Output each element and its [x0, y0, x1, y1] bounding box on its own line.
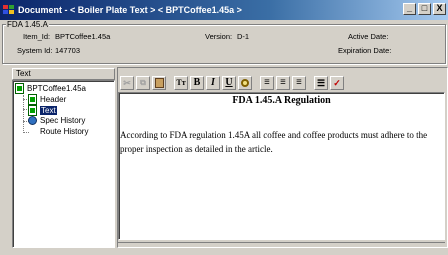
- find-button[interactable]: [238, 76, 252, 90]
- tree-item-spec-history[interactable]: Spec History: [28, 116, 85, 125]
- history-icon: [28, 116, 37, 125]
- formatting-toolbar: ✂ ⧉ Tт B I U ≡ ≡ ≡ ☰ ✓: [120, 74, 346, 92]
- item-id-label: Item_Id:: [23, 32, 51, 41]
- editor-status-bar: [118, 242, 445, 247]
- underline-icon: U: [225, 77, 233, 88]
- bullet-list-icon: ☰: [316, 78, 326, 88]
- spell-check-button[interactable]: ✓: [330, 76, 344, 90]
- clipboard-icon: [154, 78, 164, 88]
- maximize-button[interactable]: □: [418, 3, 431, 15]
- item-id-value: BPTCoffee1.45a: [55, 32, 111, 41]
- tree-item-text[interactable]: Text: [28, 105, 57, 116]
- group-label: FDA 1.45.A: [6, 20, 49, 29]
- document-title: FDA 1.45.A Regulation: [232, 95, 331, 106]
- copy-button[interactable]: ⧉: [136, 76, 150, 90]
- maximize-icon: □: [421, 3, 428, 13]
- paste-button[interactable]: [152, 76, 166, 90]
- window-title: Document - < Boiler Plate Text > < BPTCo…: [18, 5, 242, 15]
- minimize-icon: _: [406, 3, 412, 13]
- italic-icon: I: [211, 77, 215, 88]
- align-right-button[interactable]: ≡: [292, 76, 306, 90]
- document-info-group: FDA 1.45.A Item_Id: BPTCoffee1.45a Syste…: [2, 20, 446, 64]
- tree-item-label: Spec History: [40, 116, 86, 125]
- scissors-icon: ✂: [123, 78, 131, 88]
- tree-item-label: BPTCoffee1.45a: [27, 84, 87, 93]
- active-date-label: Active Date:: [348, 32, 389, 41]
- tree-item-label: Route History: [40, 127, 89, 136]
- expiration-date-label: Expiration Date:: [338, 46, 392, 55]
- tree-item-root[interactable]: BPTCoffee1.45a: [15, 83, 86, 94]
- cut-button[interactable]: ✂: [120, 76, 134, 90]
- underline-button[interactable]: U: [222, 76, 236, 90]
- bullets-button[interactable]: ☰: [314, 76, 328, 90]
- align-left-icon: ≡: [264, 77, 270, 88]
- system-id-label: System Id:: [17, 46, 53, 55]
- tree-item-label: Text: [40, 106, 57, 115]
- search-icon: [241, 79, 249, 87]
- document-icon: [28, 94, 37, 105]
- font-button[interactable]: Tт: [174, 76, 188, 90]
- tree-item-label: Header: [40, 95, 67, 104]
- align-left-button[interactable]: ≡: [260, 76, 274, 90]
- tree-panel-label: Text: [12, 68, 115, 80]
- bold-icon: B: [193, 77, 201, 88]
- bold-button[interactable]: B: [190, 76, 204, 90]
- version-value: D-1: [237, 32, 250, 41]
- title-bar: Document - < Boiler Plate Text > < BPTCo…: [0, 0, 448, 20]
- system-id-value: 147703: [55, 46, 81, 55]
- version-label: Version:: [205, 32, 233, 41]
- align-center-button[interactable]: ≡: [276, 76, 290, 90]
- tree-item-header[interactable]: Header: [28, 94, 66, 105]
- app-icon: [3, 4, 15, 16]
- spell-check-icon: ✓: [333, 78, 341, 88]
- document-icon: [28, 105, 37, 116]
- document-tree[interactable]: BPTCoffee1.45a Header Text Spec History …: [12, 80, 115, 248]
- align-center-icon: ≡: [280, 77, 286, 88]
- copy-icon: ⧉: [140, 78, 146, 87]
- close-icon: X: [436, 3, 443, 13]
- document-body: According to FDA regulation 1.45A all co…: [120, 130, 428, 154]
- italic-button[interactable]: I: [206, 76, 220, 90]
- tree-item-route-history[interactable]: Route History: [40, 127, 88, 136]
- font-icon: Tт: [176, 78, 186, 87]
- minimize-button[interactable]: _: [403, 3, 416, 15]
- document-editor[interactable]: FDA 1.45.A Regulation According to FDA r…: [118, 92, 445, 240]
- close-button[interactable]: X: [433, 3, 446, 15]
- document-icon: [15, 83, 24, 94]
- align-right-icon: ≡: [296, 77, 302, 88]
